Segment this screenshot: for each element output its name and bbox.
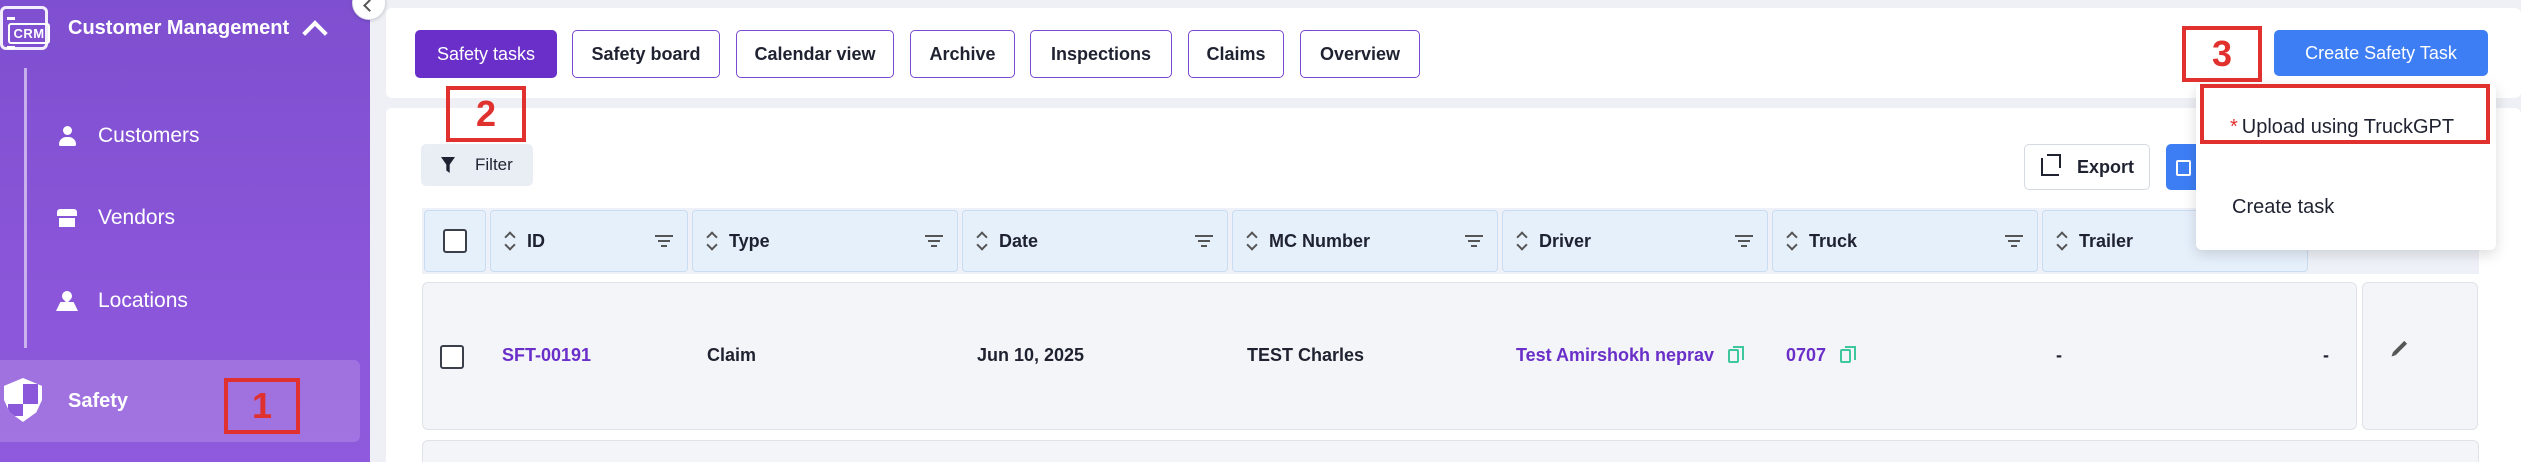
tab-inspections[interactable]: Inspections <box>1030 30 1172 78</box>
sort-icon[interactable] <box>977 231 987 251</box>
copy-icon[interactable] <box>1840 345 1857 363</box>
crm-logo: CRM <box>0 6 50 50</box>
annotation-number-3: 3 <box>2211 33 2233 74</box>
sort-icon[interactable] <box>505 231 515 251</box>
row-checkbox[interactable] <box>440 345 464 369</box>
create-task-option[interactable]: Create task <box>2232 196 2334 219</box>
person-icon <box>56 125 78 147</box>
row-trailer: - <box>2056 345 2062 365</box>
column-header-type[interactable]: Type <box>692 210 958 272</box>
row-date: Jun 10, 2025 <box>977 345 1085 365</box>
select-all-checkbox[interactable] <box>443 229 467 253</box>
sidebar-item-label: Safety <box>68 390 129 412</box>
column-filter-icon[interactable] <box>1195 235 1213 247</box>
sidebar-item-vendors[interactable]: Vendors <box>56 198 175 238</box>
column-label: Type <box>729 230 770 251</box>
sort-icon[interactable] <box>1787 231 1797 251</box>
column-label: ID <box>527 230 545 251</box>
column-header-driver[interactable]: Driver <box>1502 210 1768 272</box>
sidebar-item-label: Vendors <box>98 206 176 229</box>
column-filter-icon[interactable] <box>2005 235 2023 247</box>
export-button[interactable]: Export <box>2024 144 2150 190</box>
sidebar-item-customers[interactable]: Customers <box>56 116 200 156</box>
chevron-up-icon[interactable] <box>302 20 328 46</box>
sort-icon[interactable] <box>1517 231 1527 251</box>
sort-icon[interactable] <box>707 231 717 251</box>
column-label: Date <box>999 230 1039 251</box>
tab-calendar-view[interactable]: Calendar view <box>736 30 894 78</box>
row-type: Claim <box>707 345 757 365</box>
sidebar-item-locations[interactable]: Locations <box>56 281 188 321</box>
sidebar-item-safety[interactable]: Safety <box>0 360 360 442</box>
location-icon <box>56 290 78 312</box>
sidebar-section-title[interactable]: Customer Management <box>68 17 289 40</box>
column-filter-icon[interactable] <box>1735 235 1753 247</box>
filter-label: Filter <box>475 155 513 174</box>
column-filter-icon[interactable] <box>1465 235 1483 247</box>
row-driver-link[interactable]: Test Amirshokh neprav <box>1516 345 1714 366</box>
export-label: Export <box>2077 156 2135 177</box>
column-header-date[interactable]: Date <box>962 210 1228 272</box>
sort-icon[interactable] <box>1247 231 1257 251</box>
row-driver-cell: Test Amirshokh neprav <box>1516 345 1745 366</box>
tab-overview[interactable]: Overview <box>1300 30 1420 78</box>
annotation-number-2: 2 <box>475 93 497 134</box>
tab-safety-board[interactable]: Safety board <box>572 30 720 78</box>
tab-safety-tasks[interactable]: Safety tasks <box>415 30 557 78</box>
column-header-mc-number[interactable]: MC Number <box>1232 210 1498 272</box>
copy-icon[interactable] <box>1728 345 1745 363</box>
column-header-truck[interactable]: Truck <box>1772 210 2038 272</box>
annotation-number-1: 1 <box>251 385 273 426</box>
row-id-link[interactable]: SFT-00191 <box>502 345 591 366</box>
column-label: Trailer <box>2079 230 2134 251</box>
store-icon <box>56 207 78 229</box>
sort-icon[interactable] <box>2057 231 2067 251</box>
create-safety-task-button[interactable]: Create Safety Task <box>2274 30 2488 76</box>
export-icon <box>2041 154 2061 176</box>
shield-icon <box>4 378 42 422</box>
table-row[interactable] <box>422 440 2479 462</box>
funnel-icon <box>441 157 455 173</box>
sidebar: CRM Customer Management Customers Vendor… <box>0 0 370 462</box>
annotation-box-upload <box>2200 84 2490 144</box>
columns-button[interactable] <box>2166 144 2196 190</box>
column-label: Truck <box>1809 230 1858 251</box>
row-select-cell <box>440 345 464 369</box>
column-header-id[interactable]: ID <box>490 210 688 272</box>
row-extra-value: - <box>2323 345 2329 365</box>
row-truck-cell: 0707 <box>1786 345 1857 366</box>
tree-line <box>24 68 27 348</box>
tab-claims[interactable]: Claims <box>1188 30 1284 78</box>
filter-button[interactable]: Filter <box>421 144 533 186</box>
tab-archive[interactable]: Archive <box>910 30 1015 78</box>
select-all-cell <box>424 210 486 272</box>
column-label: Driver <box>1539 230 1592 251</box>
row-mc-number: TEST Charles <box>1247 345 1365 365</box>
sidebar-item-label: Locations <box>98 289 188 312</box>
crm-logo-text: CRM <box>8 22 50 44</box>
row-actions-cell <box>2362 282 2478 430</box>
sidebar-item-label: Customers <box>98 124 200 147</box>
column-label: MC Number <box>1269 230 1371 251</box>
column-filter-icon[interactable] <box>925 235 943 247</box>
column-filter-icon[interactable] <box>655 235 673 247</box>
row-truck-link[interactable]: 0707 <box>1786 345 1826 366</box>
